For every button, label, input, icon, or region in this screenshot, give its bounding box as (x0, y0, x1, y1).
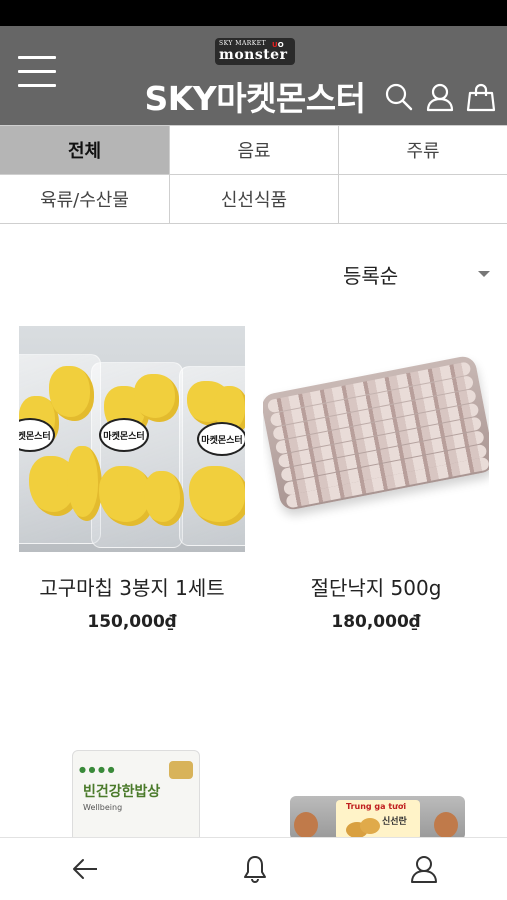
tab-meat-seafood[interactable]: 육류/수산물 (0, 175, 170, 224)
tab-alcohol[interactable]: 주류 (339, 126, 507, 175)
store-title: SKY마켓몬스터 (144, 79, 366, 118)
back-arrow-icon[interactable] (70, 854, 100, 884)
bag-label: 마켓몬스터 (197, 422, 245, 456)
sort-dropdown[interactable]: 등록순 (340, 258, 495, 290)
tab-empty (339, 175, 507, 224)
product-name[interactable]: 절단낙지 500g (263, 572, 489, 601)
product-price: 150,000₫ (87, 612, 177, 632)
product-image[interactable] (263, 326, 489, 552)
dropdown-arrow-icon (478, 271, 490, 277)
tab-all[interactable]: 전체 (0, 126, 170, 175)
hamburger-menu-icon[interactable] (18, 56, 56, 88)
product-image[interactable]: ● ● ● ● 빈건강한밥상 Wellbeing (72, 750, 200, 840)
shopping-bag-icon[interactable] (466, 82, 496, 112)
bag-label: 마켓몬스터 (99, 418, 149, 452)
user-icon[interactable] (425, 82, 455, 112)
user-icon[interactable] (409, 854, 439, 884)
category-tabs: 전체 음료 주류 육류/수산물 신선식품 (0, 125, 507, 224)
logo-badge: SKY MARKET monster UO (215, 38, 295, 65)
app-header: SKY MARKET monster UO SKY마켓몬스터 (0, 26, 507, 125)
search-icon[interactable] (384, 82, 414, 112)
product-price: 180,000₫ (331, 612, 421, 632)
bell-icon[interactable] (240, 854, 270, 884)
product-image-subtext: Wellbeing (83, 803, 123, 812)
product-image[interactable]: 마켓몬스터 마켓몬스터 마켓몬스터 (19, 326, 245, 552)
logo-uo-mark: UO (272, 41, 284, 49)
logo-top-text: SKY MARKET (219, 40, 267, 47)
tab-beverages[interactable]: 음료 (170, 126, 339, 175)
product-name[interactable]: 고구마칩 3봉지 1세트 (19, 572, 245, 601)
product-image[interactable]: Trung ga tươi 신선란 (290, 796, 465, 840)
product-image-text: 빈건강한밥상 (83, 784, 161, 800)
bottom-navigation (0, 837, 507, 900)
product-card[interactable]: 마켓몬스터 마켓몬스터 마켓몬스터 고구마칩 3봉지 1세트 150,000₫ (19, 326, 245, 636)
product-image-subtext: 신선란 (382, 817, 407, 827)
tab-fresh-food[interactable]: 신선식품 (170, 175, 339, 224)
product-image-text: Trung ga tươi (346, 802, 407, 811)
product-card[interactable]: 절단낙지 500g 180,000₫ (263, 326, 489, 636)
store-logo[interactable]: SKY MARKET monster UO SKY마켓몬스터 (140, 36, 370, 122)
status-bar (0, 0, 507, 26)
sort-label: 등록순 (343, 264, 399, 288)
